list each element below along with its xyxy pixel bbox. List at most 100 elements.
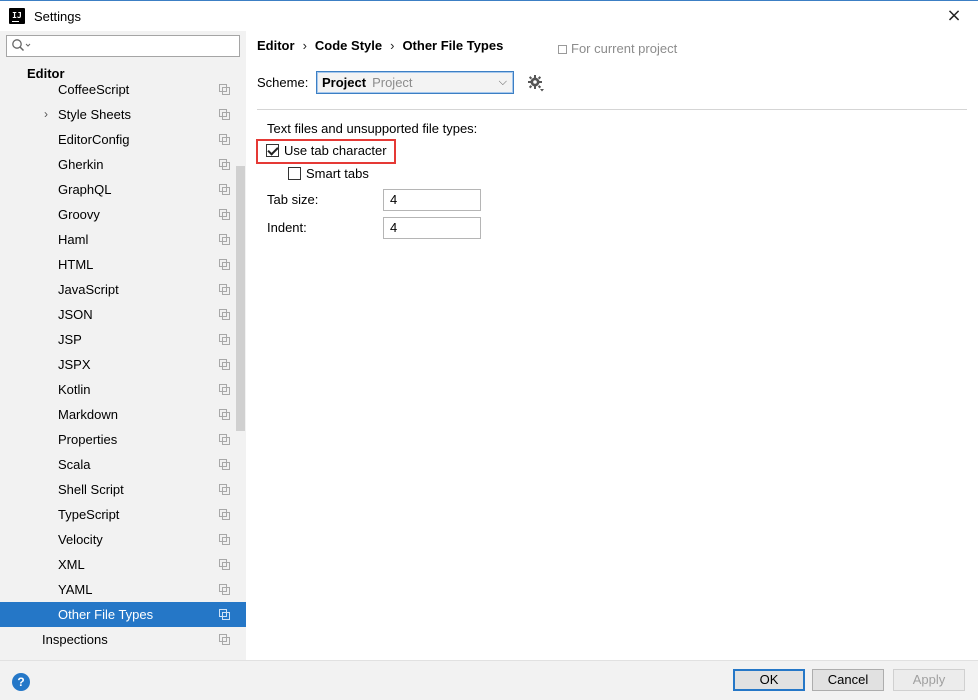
sidebar-item-javascript[interactable]: JavaScript (0, 277, 246, 302)
project-scope-icon (219, 259, 230, 270)
sidebar-item-label: Other File Types (58, 607, 154, 622)
project-scope-icon (219, 184, 230, 195)
scope-note-text: For current project (571, 41, 678, 56)
scheme-label: Scheme: (257, 75, 309, 90)
project-scope-icon (219, 309, 230, 320)
sidebar-item-label: Inspections (42, 632, 108, 647)
window-title: Settings (34, 9, 81, 24)
divider (257, 109, 967, 110)
ok-button[interactable]: OK (733, 669, 805, 691)
close-icon[interactable]: × (944, 6, 964, 26)
sidebar-item-properties[interactable]: Properties (0, 427, 246, 452)
sidebar-item-yaml[interactable]: YAML (0, 577, 246, 602)
project-scope-icon (219, 134, 230, 145)
title-bar: IJ Settings × (0, 0, 978, 31)
sidebar-item-label: Markdown (58, 407, 118, 422)
sidebar-scrollbar[interactable] (236, 166, 245, 431)
indent-field[interactable]: 4 (383, 217, 481, 239)
smart-tabs-option[interactable]: Smart tabs (288, 166, 369, 181)
sidebar-item-label: JSPX (58, 357, 91, 372)
sidebar-item-other-file-types[interactable]: Other File Types (0, 602, 246, 627)
sidebar-item-style-sheets[interactable]: › Style Sheets (0, 102, 246, 127)
sidebar-item-label: Kotlin (58, 382, 91, 397)
sidebar-item-jspx[interactable]: JSPX (0, 352, 246, 377)
sidebar-item-label: Gherkin (58, 157, 104, 172)
sidebar-item-graphql[interactable]: GraphQL (0, 177, 246, 202)
sidebar-item-label: Velocity (58, 532, 103, 547)
project-scope-icon (219, 434, 230, 445)
sidebar-item-scala[interactable]: Scala (0, 452, 246, 477)
sidebar-item-coffeescript[interactable]: CoffeeScript (0, 77, 246, 102)
sidebar-item-gherkin[interactable]: Gherkin (0, 152, 246, 177)
sidebar-item-label: GraphQL (58, 182, 112, 197)
use-tab-character-checkbox[interactable] (266, 144, 279, 157)
sidebar-item-inspections[interactable]: Inspections (0, 627, 246, 652)
apply-button[interactable]: Apply (893, 669, 965, 691)
scheme-dropdown[interactable]: Project Project ⌵ (316, 71, 514, 94)
sidebar-item-json[interactable]: JSON (0, 302, 246, 327)
sidebar-item-markdown[interactable]: Markdown (0, 402, 246, 427)
project-scope-icon (219, 459, 230, 470)
sidebar-item-label: EditorConfig (58, 132, 130, 147)
breadcrumb-editor: Editor (257, 38, 295, 53)
sidebar-item-shell-script[interactable]: Shell Script (0, 477, 246, 502)
sidebar-item-label: Haml (58, 232, 89, 247)
sidebar-item-label: HTML (58, 257, 94, 272)
project-scope-icon (219, 209, 230, 220)
breadcrumb: Editor › Code Style › Other File Types (257, 38, 503, 53)
breadcrumb-code-style: Code Style (314, 38, 383, 53)
chevron-down-icon: ⌵ (498, 76, 507, 88)
gear-icon[interactable] (527, 74, 545, 92)
sidebar-item-label: Properties (58, 432, 118, 447)
sidebar-item-jsp[interactable]: JSP (0, 327, 246, 352)
intellij-app-icon: IJ (9, 8, 25, 24)
tab-size-field[interactable]: 4 (383, 189, 481, 211)
scheme-value-type: Project (372, 75, 413, 90)
use-tab-character-label: Use tab character (284, 143, 387, 158)
settings-sidebar: Editor CoffeeScript › Style Sheets EditorCo… (0, 31, 246, 660)
search-icon (12, 39, 31, 52)
project-scope-icon (219, 234, 230, 245)
project-scope-icon (219, 484, 230, 495)
sidebar-item-velocity[interactable]: Velocity (0, 527, 246, 552)
project-scope-icon (219, 409, 230, 420)
project-scope-icon (219, 109, 230, 120)
project-scope-icon (219, 159, 230, 170)
sidebar-item-html[interactable]: HTML (0, 252, 246, 277)
sidebar-item-haml[interactable]: Haml (0, 227, 246, 252)
sidebar-item-typescript[interactable]: TypeScript (0, 502, 246, 527)
smart-tabs-label: Smart tabs (306, 166, 369, 181)
breadcrumb-separator: › (390, 38, 395, 53)
smart-tabs-checkbox[interactable] (288, 167, 301, 180)
project-scope-icon (219, 84, 230, 95)
sidebar-item-label: Groovy (58, 207, 100, 222)
project-scope-icon (219, 559, 230, 570)
project-scope-icon (219, 534, 230, 545)
project-scope-icon (219, 384, 230, 395)
sidebar-item-label: JavaScript (58, 282, 119, 297)
sidebar-item-editorconfig[interactable]: EditorConfig (0, 127, 246, 152)
sidebar-item-label: YAML (58, 582, 93, 597)
project-scope-icon (219, 284, 230, 295)
section-label: Text files and unsupported file types: (267, 121, 478, 136)
sidebar-item-label: Shell Script (58, 482, 124, 497)
scheme-value: Project (322, 75, 367, 90)
use-tab-character-option[interactable]: Use tab character (266, 143, 387, 161)
expand-arrow-icon[interactable]: › (44, 102, 48, 127)
sidebar-item-label: JSON (58, 307, 93, 322)
sidebar-item-xml[interactable]: XML (0, 552, 246, 577)
project-scope-icon (219, 609, 230, 620)
sidebar-item-label: Scala (58, 457, 91, 472)
settings-search-input[interactable] (6, 35, 240, 57)
help-icon[interactable]: ? (12, 673, 30, 691)
scope-note: For current project (558, 41, 677, 56)
breadcrumb-other-file-types: Other File Types (402, 38, 504, 53)
project-scope-icon (219, 509, 230, 520)
breadcrumb-separator: › (302, 38, 307, 53)
cancel-button[interactable]: Cancel (812, 669, 884, 691)
sidebar-item-groovy[interactable]: Groovy (0, 202, 246, 227)
sidebar-item-label: XML (58, 557, 85, 572)
sidebar-item-label: CoffeeScript (58, 82, 130, 97)
sidebar-item-kotlin[interactable]: Kotlin (0, 377, 246, 402)
dialog-button-bar: ? OK Cancel Apply (0, 660, 978, 700)
